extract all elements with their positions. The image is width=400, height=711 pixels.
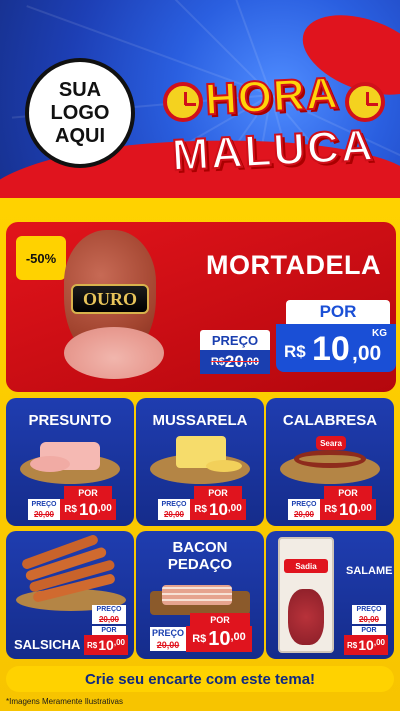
- brand-label: OURO: [71, 284, 149, 314]
- new-price: R$ 10,00: [186, 626, 252, 652]
- old-price: 20,00: [150, 639, 186, 651]
- logo-line-1: SUA: [58, 78, 102, 101]
- new-price: R$ 10,00: [190, 499, 246, 520]
- logo-placeholder[interactable]: SUA LOGO AQUI: [25, 58, 135, 168]
- product-card-bacon[interactable]: BACON PEDAÇO PREÇO 20,00 POR R$ 10,00: [136, 531, 264, 659]
- preco-label: PREÇO: [92, 605, 126, 614]
- old-price: 20,00: [28, 509, 60, 520]
- title-hora: HORA: [203, 68, 341, 126]
- old-price-decimals: ,00: [243, 356, 260, 368]
- product-card-calabresa[interactable]: CALABRESA Seara POR PREÇO 20,00 R$ 10,00: [266, 398, 394, 526]
- seara-logo: Seara: [316, 436, 346, 450]
- product-name: SALSICHA: [14, 637, 81, 652]
- preco-label: PREÇO: [352, 605, 386, 614]
- presunto-image: [20, 436, 120, 486]
- new-price: R$ 10,00: [60, 499, 116, 520]
- calabresa-image: Seara: [280, 436, 380, 486]
- product-name: CALABRESA: [282, 412, 378, 429]
- new-price: R$ 10,00: [84, 635, 128, 655]
- old-price: R$ 20 ,00: [200, 350, 270, 374]
- old-price-integer: 20: [224, 352, 244, 371]
- new-price-integer: 10: [312, 330, 350, 368]
- preco-label: PREÇO: [150, 627, 186, 639]
- por-label: POR: [190, 613, 250, 626]
- new-price-currency: R$: [284, 342, 306, 361]
- title-maluca: MALUCA: [170, 120, 377, 182]
- mortadela-slices-image: [64, 327, 164, 379]
- product-name: PRESUNTO: [28, 412, 112, 429]
- preco-label: PREÇO: [28, 499, 60, 509]
- product-name: BACON PEDAÇO: [167, 539, 233, 573]
- new-price-decimals: ,00: [352, 342, 382, 365]
- por-label: POR: [194, 486, 242, 499]
- old-price: 20,00: [158, 509, 190, 520]
- product-name: MUSSARELA: [152, 412, 248, 429]
- por-label: POR: [92, 626, 126, 635]
- por-label: POR: [352, 626, 386, 635]
- old-price-label: PREÇO: [200, 330, 270, 350]
- old-price: 20,00: [288, 509, 320, 520]
- discount-badge: -50%: [16, 236, 66, 280]
- new-price: KG R$ 10 ,00: [276, 324, 396, 372]
- logo-line-2: LOGO: [50, 101, 110, 124]
- preco-label: PREÇO: [158, 499, 190, 509]
- old-price: 20,00: [352, 614, 386, 624]
- salame-image: Sadia: [278, 537, 334, 653]
- clock-icon: [345, 82, 385, 122]
- sadia-logo: Sadia: [284, 559, 328, 573]
- product-card-presunto[interactable]: PRESUNTO POR PREÇO 20,00 R$ 10,00: [6, 398, 134, 526]
- featured-product-name: MORTADELA: [206, 250, 381, 280]
- clock-icon: [163, 82, 203, 122]
- unit-label: KG: [372, 328, 387, 339]
- logo-line-3: AQUI: [55, 124, 105, 147]
- cta-banner[interactable]: Crie seu encarte com este tema!: [6, 666, 394, 692]
- product-card-salame[interactable]: Sadia SALAME PREÇO 20,00 POR R$ 10,00: [266, 531, 394, 659]
- por-label: POR: [324, 486, 372, 499]
- disclaimer: *Imagens Meramente Ilustrativas: [6, 697, 123, 706]
- bacon-image: [150, 577, 250, 617]
- mussarela-image: [150, 436, 250, 486]
- product-card-mussarela[interactable]: MUSSARELA POR PREÇO 20,00 R$ 10,00: [136, 398, 264, 526]
- old-price-currency: R$: [210, 356, 225, 368]
- product-card-salsicha[interactable]: SALSICHA PREÇO 20,00 POR R$ 10,00: [6, 531, 134, 659]
- por-label: POR: [64, 486, 112, 499]
- new-price: R$ 10,00: [320, 499, 376, 520]
- new-price: R$ 10,00: [344, 635, 388, 655]
- new-price-label: POR: [286, 300, 390, 324]
- product-name: SALAME: [346, 565, 393, 577]
- old-price: 20,00: [92, 614, 126, 624]
- preco-label: PREÇO: [288, 499, 320, 509]
